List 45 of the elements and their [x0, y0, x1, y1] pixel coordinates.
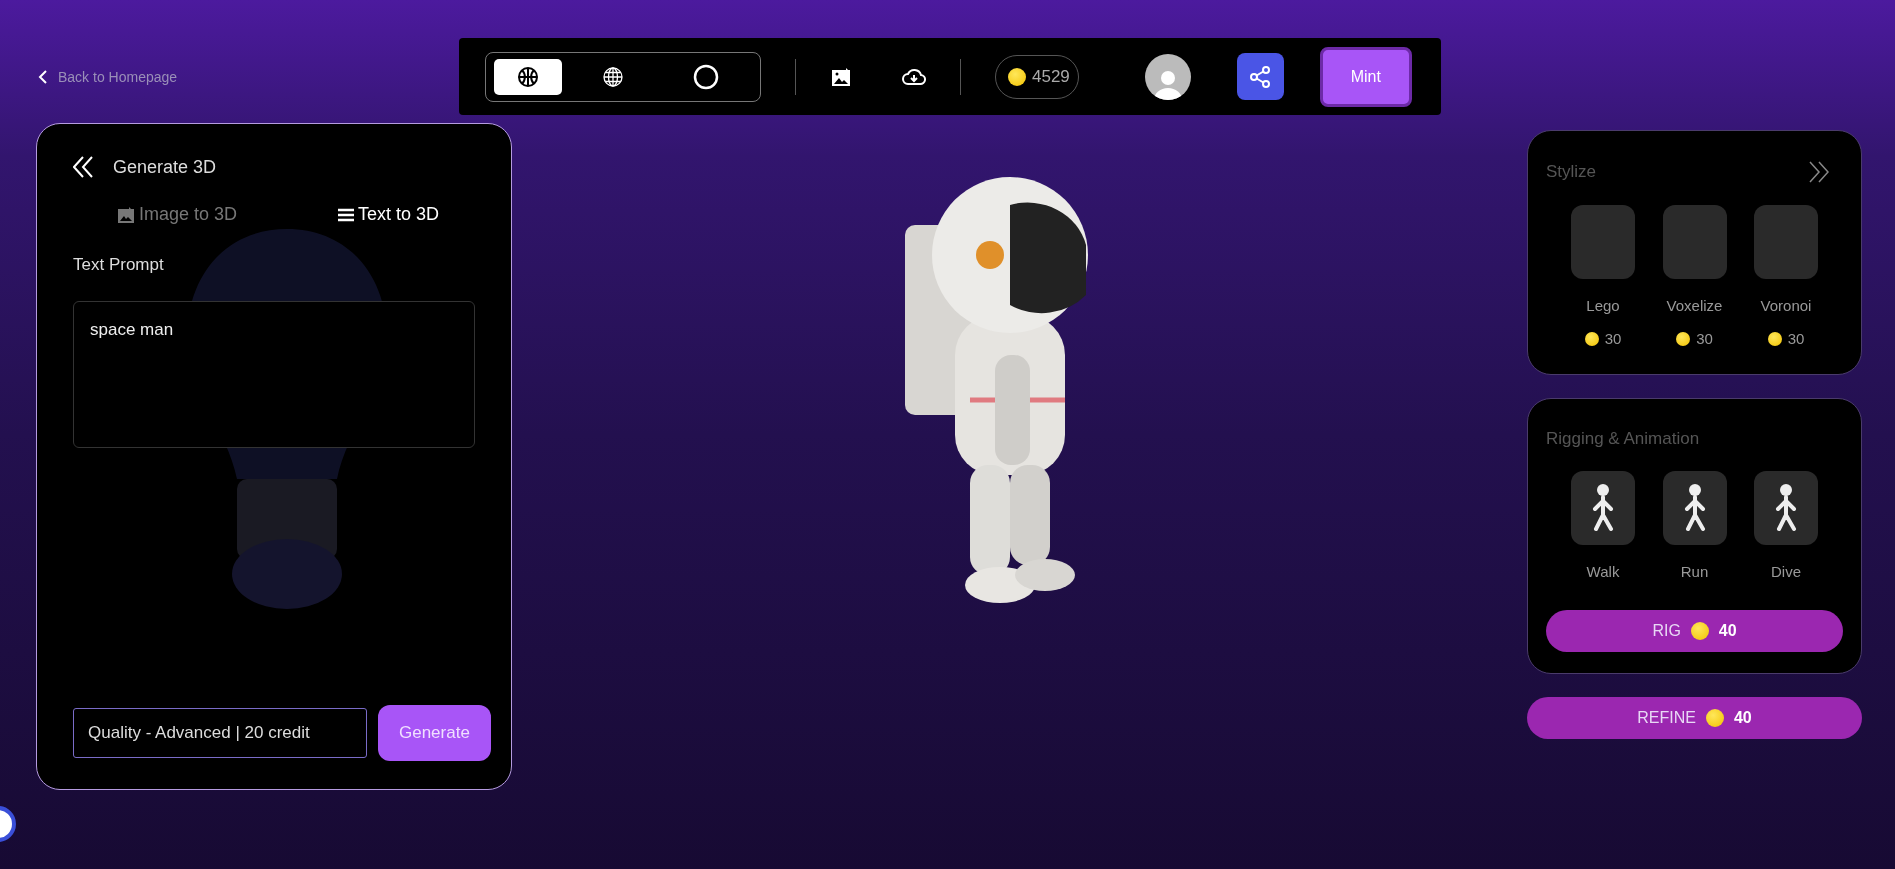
- double-chevron-left-icon[interactable]: [73, 156, 93, 178]
- refine-button[interactable]: REFINE 40: [1527, 697, 1862, 739]
- chevron-left-icon: [38, 69, 48, 84]
- section-title: Stylize: [1546, 162, 1597, 182]
- animation-thumbnail[interactable]: [1662, 471, 1727, 545]
- style-cost: 30: [1696, 330, 1713, 347]
- globe-icon: [601, 65, 624, 88]
- field-label: Text Prompt: [73, 255, 165, 275]
- animation-name: Run: [1680, 563, 1709, 580]
- style-name: Lego: [1586, 297, 1620, 314]
- section-title: Rigging & Animation: [1546, 429, 1700, 449]
- style-cost: 30: [1604, 330, 1622, 347]
- animation-thumbnail[interactable]: [1571, 471, 1635, 545]
- ball-icon: [517, 65, 539, 88]
- coin-icon: [1767, 331, 1782, 346]
- style-preview-thumbnail[interactable]: [1571, 205, 1635, 279]
- style-cost: 30: [1787, 330, 1805, 347]
- share-button[interactable]: [1236, 53, 1284, 100]
- animation-name: Walk: [1586, 563, 1620, 580]
- menu-icon: [337, 207, 354, 222]
- view-mode-tab[interactable]: [494, 58, 562, 95]
- coin-icon: [1584, 331, 1599, 346]
- style-preview-thumbnail[interactable]: [1662, 205, 1727, 279]
- prompt-field[interactable]: space man: [73, 301, 475, 448]
- coin-icon: [1705, 709, 1724, 727]
- back-link[interactable]: Back to Homepage: [38, 68, 178, 85]
- image-icon[interactable]: [830, 65, 852, 88]
- style-name: Voronoi: [1760, 297, 1812, 314]
- circle-icon: [692, 63, 719, 90]
- coin-icon: [1676, 331, 1691, 346]
- share-icon: [1248, 64, 1273, 89]
- animation-name: Dive: [1771, 563, 1801, 580]
- mode-tab[interactable]: Text to 3D: [337, 204, 439, 225]
- quality-select[interactable]: Quality - Advanced | 20 credit: [73, 708, 367, 758]
- mint-button[interactable]: Mint: [1319, 46, 1412, 107]
- mode-tab[interactable]: Image to 3D: [117, 204, 238, 225]
- animation-thumbnail[interactable]: [1754, 471, 1818, 545]
- panel-title: Generate 3D: [113, 156, 217, 178]
- coin-icon: [1690, 622, 1709, 640]
- style-name: Voxelize: [1666, 297, 1723, 314]
- double-chevron-right-icon[interactable]: [1809, 161, 1829, 183]
- image-icon: [117, 205, 135, 224]
- rig-button[interactable]: RIG 40: [1546, 610, 1843, 652]
- style-preview-thumbnail[interactable]: [1754, 205, 1818, 279]
- coin-icon: [1008, 67, 1026, 86]
